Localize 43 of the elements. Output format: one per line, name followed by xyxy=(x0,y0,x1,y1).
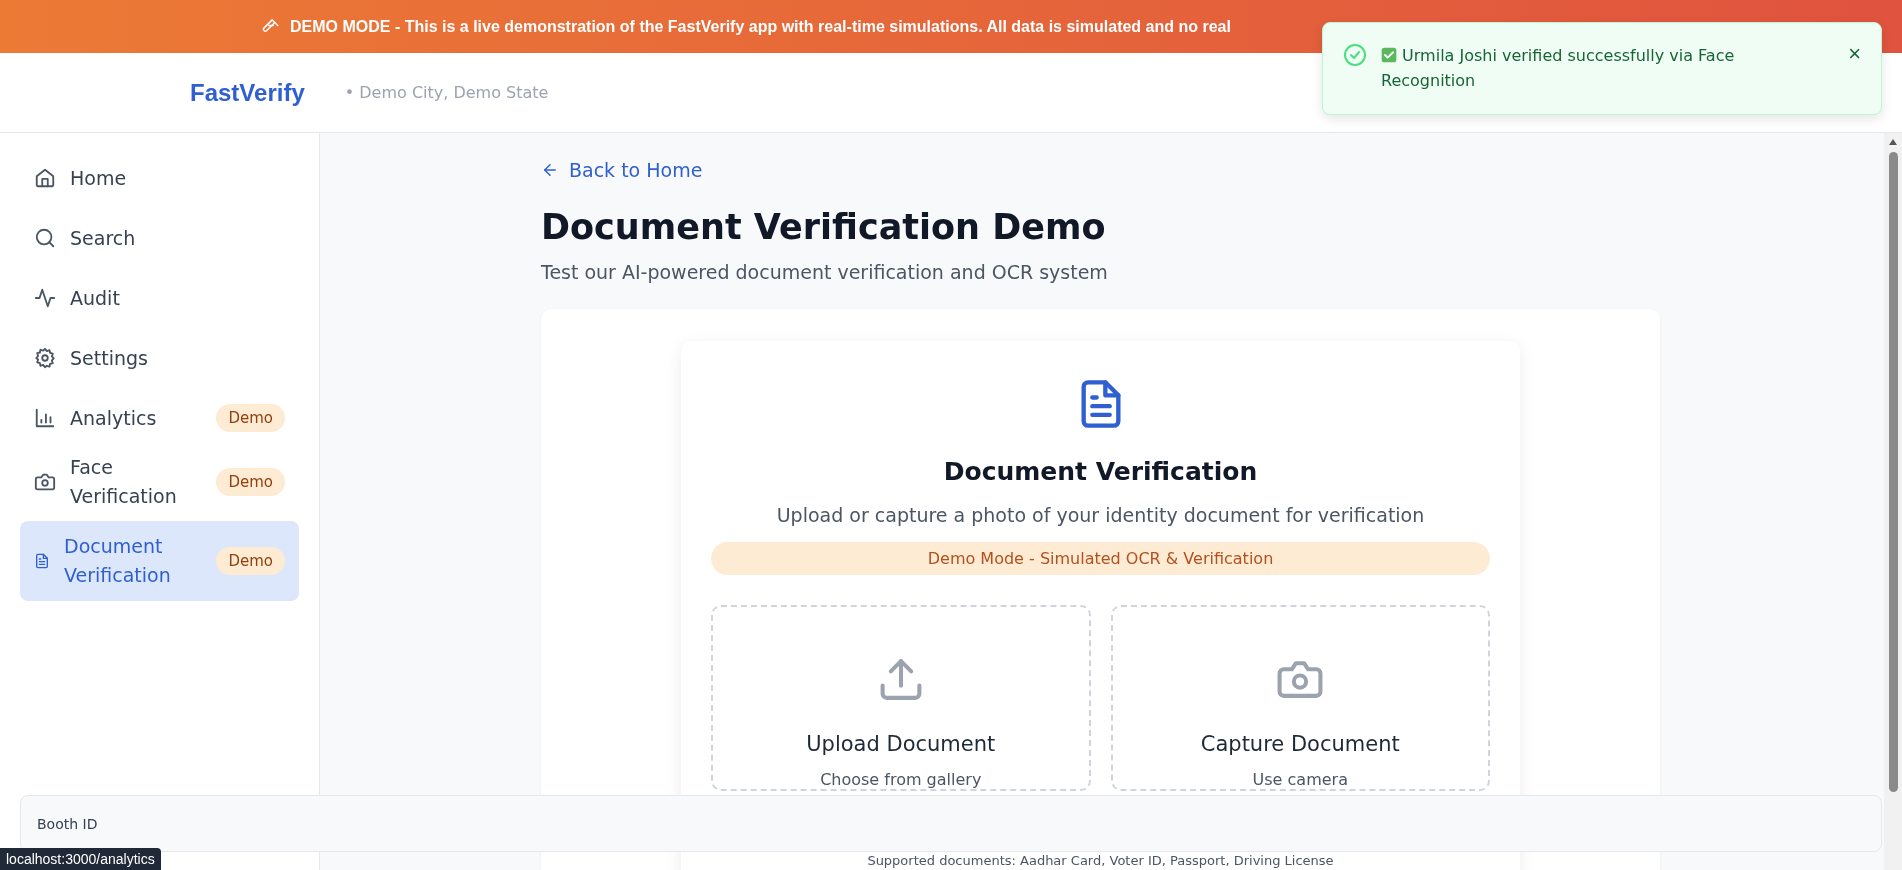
card-description: Upload or capture a photo of your identity document for verification xyxy=(776,504,1425,526)
home-icon xyxy=(34,167,56,189)
location-text: • Demo City, Demo State xyxy=(344,83,549,102)
scrollbar-thumb[interactable] xyxy=(1888,152,1898,792)
scroll-up-icon[interactable] xyxy=(1888,138,1898,146)
capture-option[interactable]: Capture Document Use camera xyxy=(1110,605,1490,791)
supported-documents-text: Supported documents: Aadhar Card, Voter ID, Passport, Driving License xyxy=(867,853,1334,868)
option-title: Upload Document xyxy=(806,732,996,756)
sidebar-item[interactable]: Analytics Demo xyxy=(20,393,299,443)
back-link[interactable]: Back to Home xyxy=(541,159,703,181)
sidebar-item[interactable]: Face Verification Demo xyxy=(20,453,299,511)
close-button[interactable]: × xyxy=(1844,43,1865,65)
brand-name[interactable]: FastVerify xyxy=(190,78,305,107)
toast-message: Urmila Joshi verified successfully via Face Recognition xyxy=(1381,45,1736,92)
pulse-icon xyxy=(34,287,56,309)
check-circle-icon xyxy=(1343,43,1367,67)
sidebar-item[interactable]: Audit xyxy=(20,273,299,323)
scrollbar[interactable] xyxy=(1884,133,1902,870)
document-icon xyxy=(34,553,50,569)
status-url: localhost:3000/analytics xyxy=(0,848,161,870)
camera-icon xyxy=(34,471,56,493)
sidebar-item[interactable]: Home xyxy=(20,153,299,203)
booth-id-label: Booth ID xyxy=(37,815,98,832)
bar-chart-icon xyxy=(34,407,56,429)
demo-badge: Demo xyxy=(216,468,285,496)
checkbox-icon xyxy=(1381,47,1397,63)
option-subtitle: Choose from gallery xyxy=(820,770,982,789)
page-title: Document Verification Demo xyxy=(541,207,1107,247)
option-subtitle: Use camera xyxy=(1252,770,1348,789)
search-icon xyxy=(34,227,56,249)
sidebar-item[interactable]: Search xyxy=(20,213,299,263)
card-title: Document Verification xyxy=(943,457,1258,486)
upload-option[interactable]: Upload Document Choose from gallery xyxy=(711,605,1091,791)
banner-text: DEMO MODE - This is a live demonstration of the FastVerify app with real-time simulations. All data is simulated and no real xyxy=(290,17,1231,36)
sidebar-item[interactable]: Settings xyxy=(20,333,299,383)
demo-badge: Demo xyxy=(216,547,285,575)
demo-badge: Demo xyxy=(216,404,285,432)
settings-icon xyxy=(34,347,56,369)
page-subtitle: Test our AI-powered document verification and OCR system xyxy=(541,261,1109,283)
demo-notice: Demo Mode - Simulated OCR & Verification xyxy=(711,542,1490,575)
option-title: Capture Document xyxy=(1200,732,1400,756)
sidebar-item[interactable]: Document Verification Demo xyxy=(20,521,299,601)
arrow-left-icon xyxy=(541,161,559,179)
